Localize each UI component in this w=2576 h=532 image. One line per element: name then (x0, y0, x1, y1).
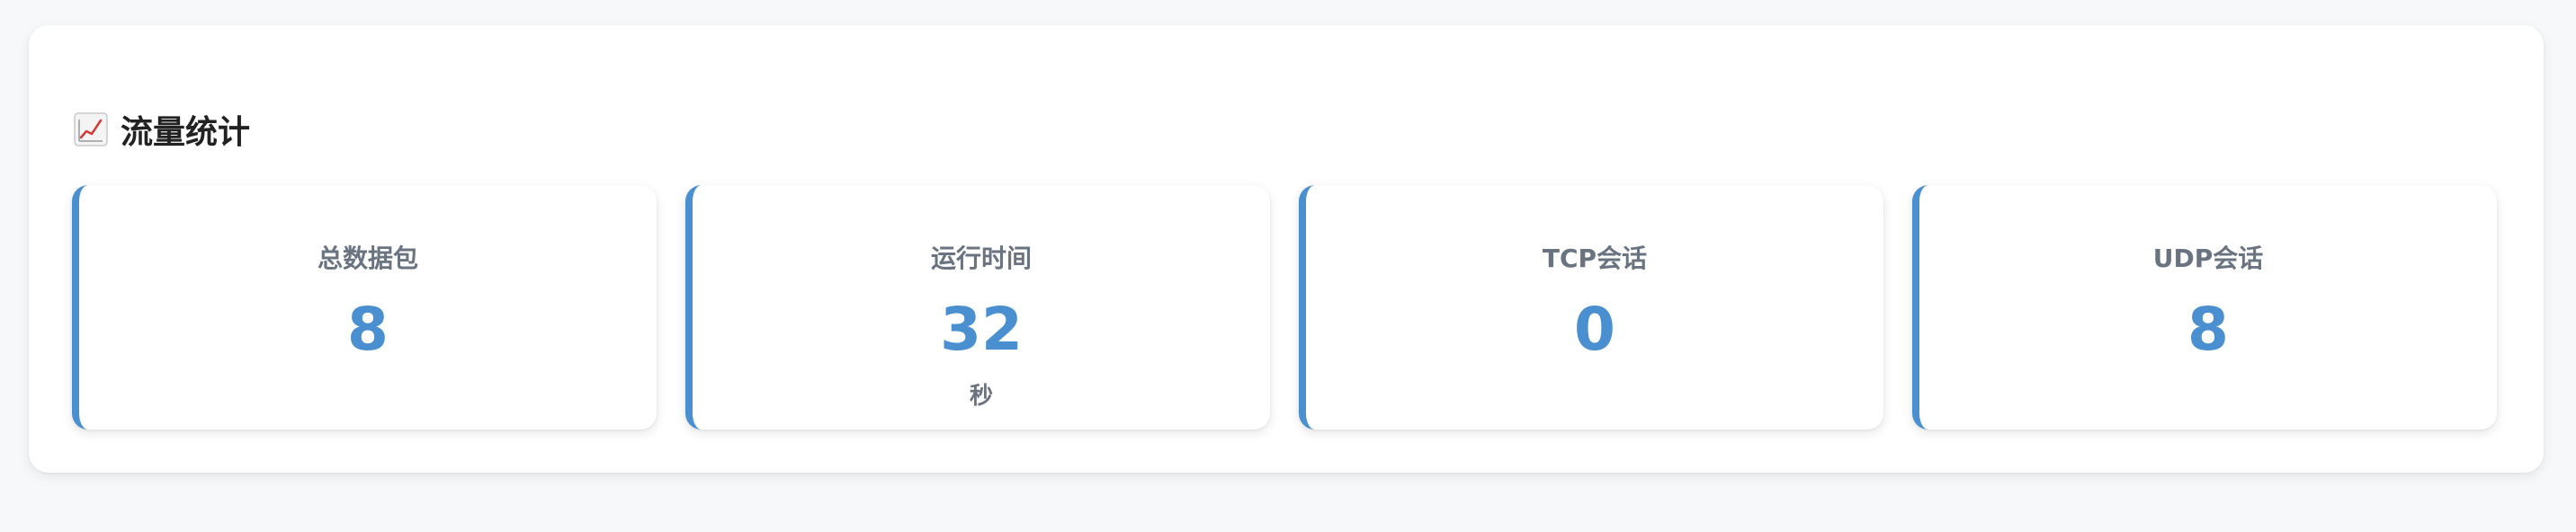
stat-card-total-packets: 总数据包 8 (72, 185, 657, 430)
stat-value: 8 (347, 295, 389, 364)
stat-card-tcp-sessions: TCP会话 0 (1299, 185, 1883, 430)
stat-label: TCP会话 (1542, 244, 1648, 273)
stat-label: UDP会话 (2152, 244, 2264, 273)
stat-card-udp-sessions: UDP会话 8 (1912, 185, 2497, 430)
stat-value: 32 (940, 295, 1023, 364)
stat-card-uptime: 运行时间 32 秒 (685, 185, 1270, 430)
section-title: 流量统计 (121, 114, 251, 151)
stat-cards: 总数据包 8 运行时间 32 秒 TCP会话 0 UDP会话 8 (72, 185, 2500, 430)
stat-label: 运行时间 (930, 244, 1032, 273)
stat-value: 8 (2187, 295, 2229, 364)
section-header: 流量统计 (74, 104, 250, 155)
traffic-stats-panel: 流量统计 总数据包 8 运行时间 32 秒 TCP会话 0 UDP会话 8 (29, 25, 2544, 473)
chart-increasing-icon (74, 112, 108, 146)
stat-label: 总数据包 (317, 244, 418, 273)
stat-unit: 秒 (969, 383, 993, 410)
stat-value: 0 (1574, 295, 1615, 364)
